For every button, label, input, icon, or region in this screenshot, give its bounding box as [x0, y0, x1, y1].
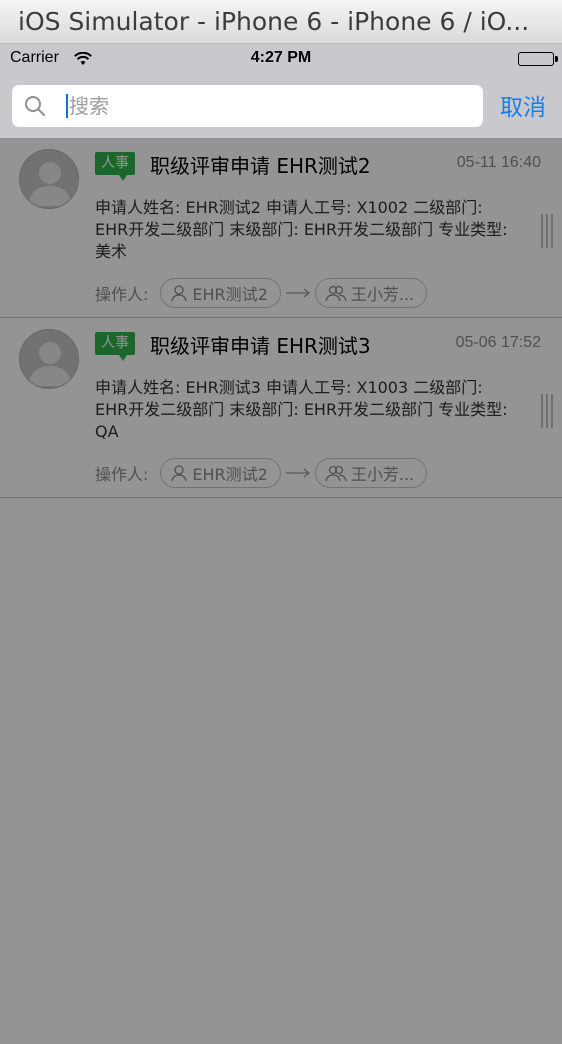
search-field[interactable]: [12, 85, 483, 127]
status-time: 4:27 PM: [250, 49, 312, 66]
simulator-title-bar: iOS Simulator - iPhone 6 - iPhone 6 / iO…: [0, 0, 562, 44]
window-title: iOS Simulator - iPhone 6 - iPhone 6 / iO…: [18, 7, 530, 36]
simulator-window: iOS Simulator - iPhone 6 - iPhone 6 / iO…: [0, 0, 562, 1044]
status-bar: Carrier 4:27 PM: [0, 44, 562, 74]
search-input[interactable]: [69, 91, 469, 121]
text-cursor: [66, 94, 68, 118]
search-bar: 取消: [0, 74, 562, 138]
battery-icon: [518, 52, 558, 66]
search-dimming-overlay[interactable]: [0, 138, 562, 1044]
search-icon: [24, 95, 46, 121]
cancel-button[interactable]: 取消: [500, 88, 546, 122]
